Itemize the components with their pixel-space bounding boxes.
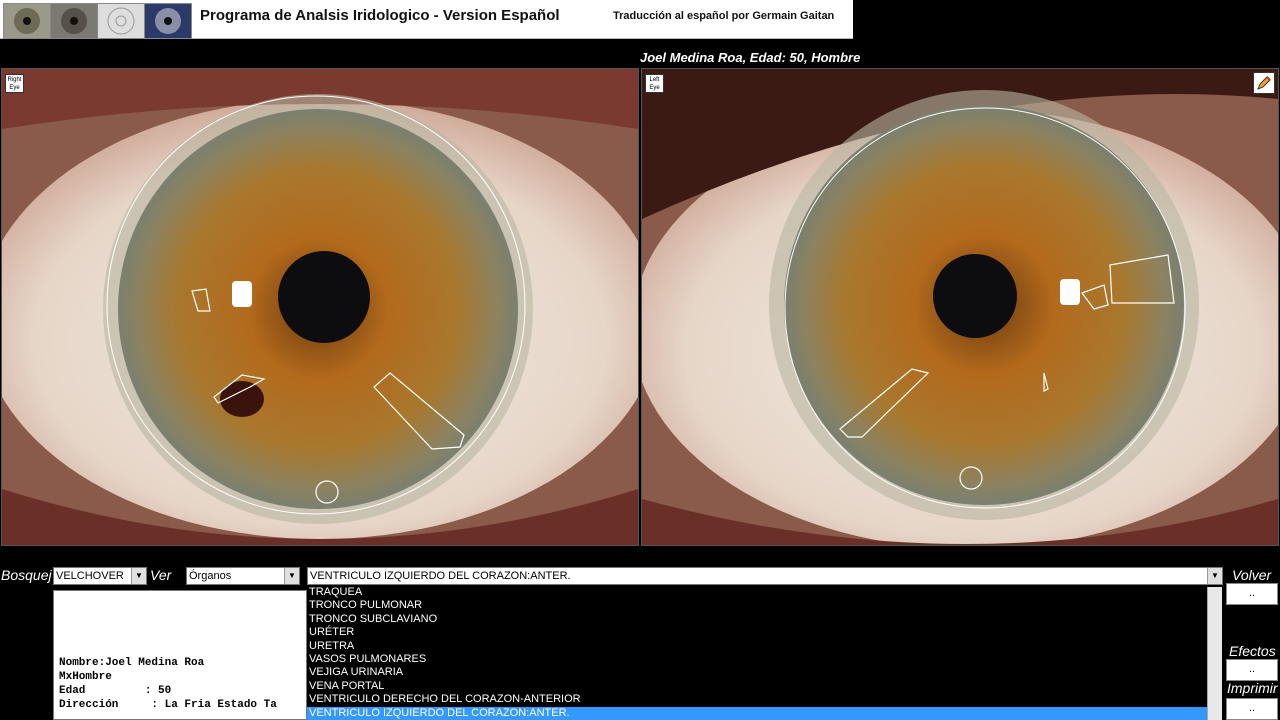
thumbnail-iris-chart[interactable] <box>97 3 145 39</box>
organ-list-item[interactable]: VENTRICULO IZQUIERDO DEL CORAZON:ANTER. <box>307 706 1207 720</box>
left-eye-panel[interactable]: Left Eye <box>641 68 1279 546</box>
left-eye-tag-line-1: Left <box>649 77 660 83</box>
patient-address-line: Dirección : La Fria Estado Ta <box>59 699 277 711</box>
organ-list-item[interactable]: VENTRICULO DERECHO DEL CORAZON-ANTERIOR <box>307 693 1207 706</box>
bosquejo-value: VELCHOVER <box>56 570 124 582</box>
organ-list-item[interactable]: TRAQUEA <box>307 587 1207 599</box>
translation-credit: Traducción al español por Germain Gaitan <box>613 10 835 22</box>
organ-list-item[interactable]: TRONCO SUBCLAVIANO <box>307 613 1207 626</box>
left-eye-tag-line-2: Eye <box>649 85 660 91</box>
right-eye-tag-line-2: Eye <box>9 85 20 91</box>
left-eye-image[interactable] <box>642 69 1278 545</box>
app-title: Programa de Analsis Iridologico - Versio… <box>200 7 560 24</box>
right-eye-tag: Right Eye <box>5 74 24 93</box>
right-eye-panel[interactable]: Right Eye <box>1 68 639 546</box>
organ-list[interactable]: TRAQUEA TRONCO PULMONAR TRONCO SUBCLAVIANO… <box>307 587 1222 720</box>
efectos-button[interactable]: .. <box>1226 659 1278 681</box>
organ-list-item[interactable]: VENA PORTAL <box>307 680 1207 693</box>
left-eye-tag: Left Eye <box>645 74 664 93</box>
chevron-down-icon[interactable]: ▼ <box>1207 568 1222 584</box>
thumbnail-iris-gray[interactable] <box>50 3 98 39</box>
ver-label: Ver <box>150 567 172 583</box>
organ-selected-value: VENTRICULO IZQUIERDO DEL CORAZON:ANTER. <box>310 570 571 582</box>
pencil-edit-icon[interactable] <box>1253 72 1275 94</box>
volver-label: Volver <box>1232 567 1272 583</box>
thumbnail-iris-color[interactable] <box>3 3 51 39</box>
app-header: Programa de Analsis Iridologico - Versio… <box>0 0 853 39</box>
chevron-down-icon[interactable]: ▼ <box>131 568 146 584</box>
imprimir-label: Imprimir <box>1227 680 1278 696</box>
organ-list-scrollbar[interactable] <box>1207 587 1222 720</box>
right-eye-tag-line-1: Right <box>7 77 22 83</box>
organ-select[interactable]: VENTRICULO IZQUIERDO DEL CORAZON:ANTER. … <box>307 567 1223 585</box>
patient-age-line: Edad : 50 <box>59 685 172 697</box>
imprimir-button[interactable]: .. <box>1226 698 1278 720</box>
ver-select[interactable]: Órganos ▼ <box>186 567 300 585</box>
patient-header: Joel Medina Roa, Edad: 50, Hombre <box>640 50 861 65</box>
organ-list-item[interactable]: URETRA <box>307 640 1207 653</box>
thumbnail-iris-blue[interactable] <box>144 3 192 39</box>
organ-list-item[interactable]: TRONCO PULMONAR <box>307 599 1207 612</box>
volver-button[interactable]: .. <box>1226 583 1278 605</box>
bosquejo-select[interactable]: VELCHOVER ▼ <box>53 567 147 585</box>
efectos-label: Efectos <box>1229 643 1276 659</box>
bosquejo-label: Bosquej <box>1 567 52 583</box>
patient-name-line: Nombre:Joel Medina Roa <box>59 657 205 669</box>
organ-list-item[interactable]: VASOS PULMONARES <box>307 653 1207 666</box>
right-eye-image[interactable] <box>2 69 638 545</box>
ver-value: Órganos <box>189 570 232 582</box>
organ-list-item[interactable]: VEJIGA URINARIA <box>307 666 1207 679</box>
organ-list-item[interactable]: URÉTER <box>307 626 1207 639</box>
patient-info-box: Nombre:Joel Medina Roa MxHombre Edad : 5… <box>53 590 307 720</box>
chevron-down-icon[interactable]: ▼ <box>284 568 299 584</box>
patient-sex-line: MxHombre <box>59 671 112 683</box>
